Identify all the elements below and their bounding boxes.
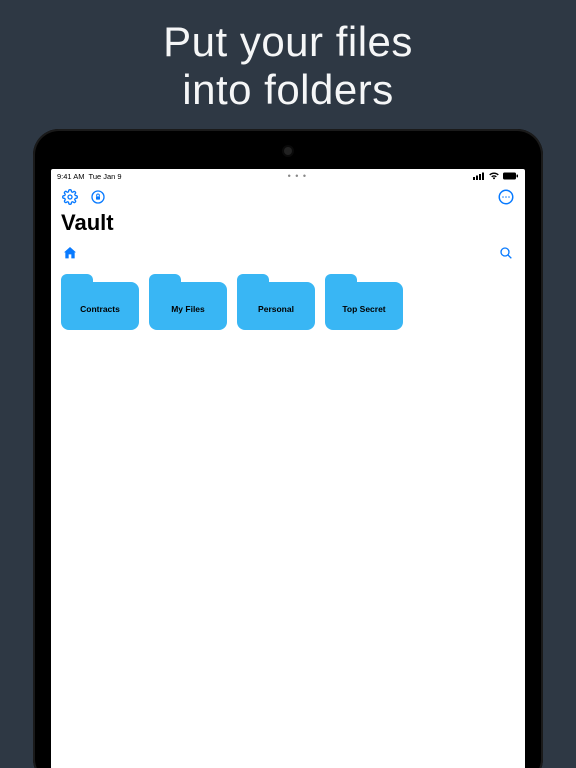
search-button[interactable]	[497, 244, 515, 262]
promo-line-2: into folders	[0, 66, 576, 114]
status-date: Tue Jan 9	[89, 172, 122, 181]
folder-icon	[237, 274, 315, 330]
promo-headline: Put your files into folders	[0, 0, 576, 129]
settings-button[interactable]	[61, 188, 79, 206]
folder-label: Contracts	[61, 304, 139, 314]
folder-icon	[61, 274, 139, 330]
folder-label: Top Secret	[325, 304, 403, 314]
promo-line-1: Put your files	[0, 18, 576, 66]
battery-icon	[503, 172, 519, 180]
device-camera	[284, 147, 292, 155]
more-button[interactable]	[497, 188, 515, 206]
home-button[interactable]	[61, 244, 79, 262]
gear-icon	[62, 189, 78, 205]
search-icon	[498, 245, 514, 261]
top-toolbar	[51, 184, 525, 208]
folder-item[interactable]: My Files	[149, 274, 227, 330]
folder-label: Personal	[237, 304, 315, 314]
folder-grid: Contracts My Files Personal Top Secret	[51, 268, 525, 336]
page-title: Vault	[51, 208, 525, 242]
breadcrumb-bar	[51, 242, 525, 268]
status-bar: 9:41 AM Tue Jan 9 • • •	[51, 169, 525, 184]
status-ellipsis: • • •	[288, 171, 307, 181]
folder-item[interactable]: Top Secret	[325, 274, 403, 330]
app-screen: 9:41 AM Tue Jan 9 • • •	[51, 169, 525, 768]
folder-icon	[325, 274, 403, 330]
signal-icon	[473, 172, 485, 180]
folder-icon	[149, 274, 227, 330]
lock-icon	[90, 189, 106, 205]
lock-button[interactable]	[89, 188, 107, 206]
folder-item[interactable]: Personal	[237, 274, 315, 330]
folder-item[interactable]: Contracts	[61, 274, 139, 330]
tablet-device-frame: 9:41 AM Tue Jan 9 • • •	[33, 129, 543, 768]
wifi-icon	[488, 172, 500, 180]
status-time: 9:41 AM	[57, 172, 85, 181]
home-icon	[62, 245, 78, 261]
ellipsis-circle-icon	[497, 188, 515, 206]
folder-label: My Files	[149, 304, 227, 314]
